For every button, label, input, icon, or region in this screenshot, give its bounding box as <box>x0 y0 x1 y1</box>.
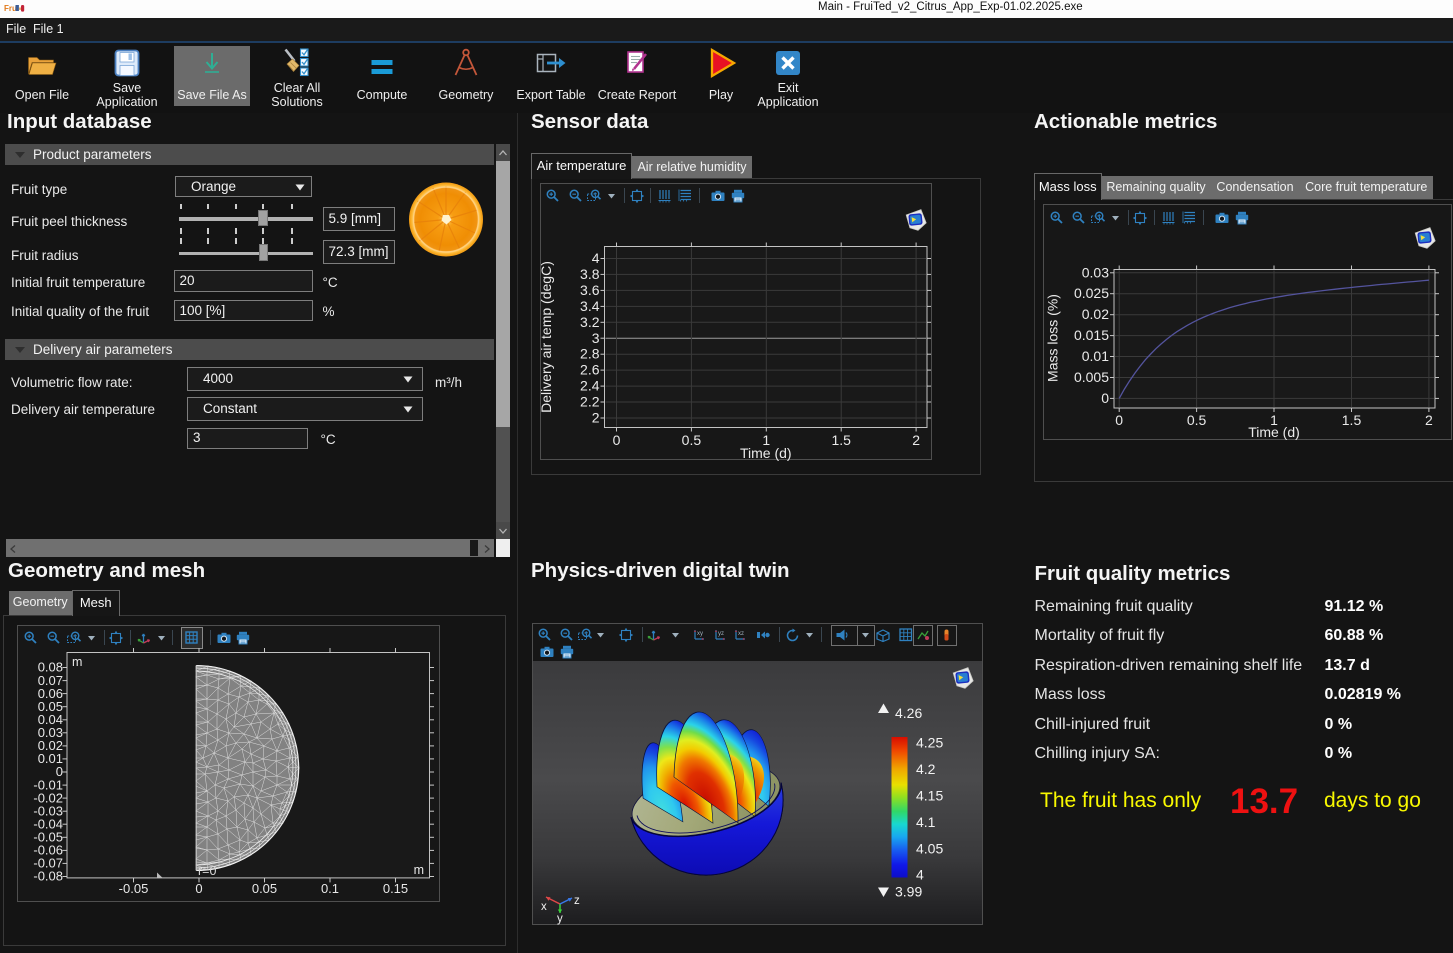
svg-text:0.02: 0.02 <box>1082 306 1109 322</box>
svg-text:4.15: 4.15 <box>916 788 943 804</box>
svg-text:xz: xz <box>738 631 744 637</box>
svg-text:4: 4 <box>916 867 924 883</box>
svg-text:4.26: 4.26 <box>895 705 922 721</box>
svg-text:yz: yz <box>718 631 724 637</box>
svg-text:1.5: 1.5 <box>1342 412 1362 428</box>
svg-text:2: 2 <box>1425 412 1433 428</box>
svg-text:0.015: 0.015 <box>1074 327 1109 343</box>
svg-text:Mass loss (%): Mass loss (%) <box>1045 294 1061 382</box>
svg-text:Time (d): Time (d) <box>1248 424 1300 440</box>
svg-text:0.01: 0.01 <box>1082 348 1109 364</box>
svg-text:3.99: 3.99 <box>895 884 922 900</box>
svg-text:4.25: 4.25 <box>916 735 943 751</box>
svg-text:0.005: 0.005 <box>1074 369 1109 385</box>
svg-text:0.025: 0.025 <box>1074 285 1109 301</box>
svg-text:z: z <box>574 895 580 907</box>
svg-text:4.2: 4.2 <box>916 761 936 777</box>
svg-text:y: y <box>557 913 563 925</box>
svg-text:4.05: 4.05 <box>916 841 943 857</box>
svg-text:0: 0 <box>1115 412 1123 428</box>
svg-text:0.5: 0.5 <box>1187 412 1207 428</box>
svg-text:xy: xy <box>697 631 703 637</box>
svg-text:4.1: 4.1 <box>916 814 936 830</box>
svg-text:x: x <box>541 901 547 913</box>
svg-text:0.03: 0.03 <box>1082 264 1109 280</box>
svg-text:0: 0 <box>1101 390 1109 406</box>
